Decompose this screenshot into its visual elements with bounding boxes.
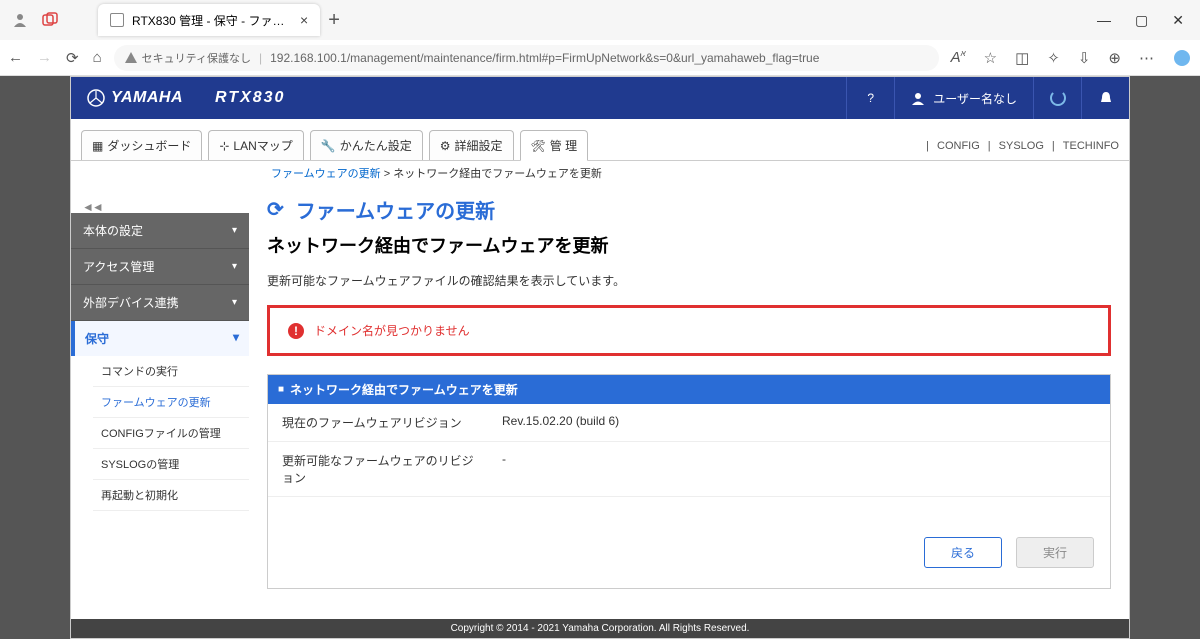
page-subtitle: ネットワーク経由でファームウェアを更新 [267, 232, 1111, 258]
user-menu[interactable]: ユーザー名なし [894, 77, 1033, 119]
workspaces-icon[interactable] [42, 12, 58, 28]
table-row: 更新可能なファームウェアのリビジョン - [268, 442, 1110, 497]
security-label: セキュリティ保護なし [142, 50, 251, 66]
wrench-icon: 🔧 [321, 139, 336, 153]
favorite-icon[interactable]: ☆ [984, 49, 997, 67]
tab-manage[interactable]: 🛠管 理 [520, 130, 589, 161]
tool-icon: 🛠 [531, 139, 546, 153]
row-value: Rev.15.02.20 (build 6) [488, 404, 1110, 441]
tab-lanmap[interactable]: ⊹LANマップ [208, 130, 303, 160]
new-tab-button[interactable]: + [328, 9, 340, 32]
profile-icon[interactable] [12, 12, 28, 28]
breadcrumb-link[interactable]: ファームウェアの更新 [271, 168, 381, 180]
bell-icon [1099, 91, 1113, 105]
table-row: 現在のファームウェアリビジョン Rev.15.02.20 (build 6) [268, 404, 1110, 442]
loading-indicator [1033, 77, 1081, 119]
help-button[interactable]: ? [846, 77, 894, 119]
row-value: - [488, 442, 1110, 496]
breadcrumb-current: ネットワーク経由でファームウェアを更新 [393, 168, 602, 180]
row-key: 現在のファームウェアリビジョン [268, 404, 488, 441]
dashboard-icon: ▦ [92, 139, 103, 153]
not-secure-icon [124, 51, 138, 65]
copilot-icon[interactable] [1172, 48, 1192, 68]
nav-reload-icon[interactable]: ⟳ [66, 49, 79, 67]
back-arrows-icon[interactable]: ◄◄ [82, 200, 102, 214]
row-key: 更新可能なファームウェアのリビジョン [268, 442, 488, 496]
yamaha-logo-icon [87, 89, 105, 107]
extensions-icon[interactable]: ⊕ [1108, 49, 1121, 67]
lanmap-icon: ⊹ [219, 139, 229, 153]
link-config[interactable]: CONFIG [937, 140, 980, 152]
collections-icon[interactable]: ✧ [1047, 49, 1060, 67]
gear-icon: ⚙ [440, 139, 451, 153]
notifications-button[interactable] [1081, 77, 1129, 119]
browser-tab[interactable]: RTX830 管理 - 保守 - ファームウェア × [98, 4, 320, 36]
update-icon: ⟳ [267, 197, 284, 222]
chevron-down-icon: ▾ [232, 225, 237, 236]
downloads-icon[interactable]: ⇩ [1078, 49, 1091, 67]
address-bar[interactable]: セキュリティ保護なし | 192.168.100.1/management/ma… [114, 45, 939, 71]
split-icon[interactable]: ◫ [1015, 49, 1029, 67]
favicon-icon [110, 13, 124, 27]
nav-home-icon[interactable]: ⌂ [93, 49, 102, 66]
sidebar-group-access[interactable]: アクセス管理▾ [71, 249, 249, 285]
nav-forward-icon: → [37, 49, 52, 66]
more-icon[interactable]: ⋯ [1139, 49, 1154, 67]
chevron-down-icon: ▾ [232, 261, 237, 272]
user-label: ユーザー名なし [933, 90, 1017, 107]
sidebar-item-restart[interactable]: 再起動と初期化 [93, 480, 249, 511]
back-button[interactable]: 戻る [924, 537, 1002, 568]
model-text: RTX830 [199, 89, 285, 107]
tab-easy[interactable]: 🔧かんたん設定 [310, 130, 423, 160]
sidebar-item-syslog[interactable]: SYSLOGの管理 [93, 449, 249, 480]
chevron-down-icon: ▾ [232, 297, 237, 308]
tab-title: RTX830 管理 - 保守 - ファームウェア [132, 12, 292, 29]
error-icon: ! [288, 323, 304, 339]
sidebar-group-body[interactable]: 本体の設定▾ [71, 213, 249, 249]
footer-copyright: Copyright © 2014 - 2021 Yamaha Corporati… [71, 619, 1129, 638]
tab-detail[interactable]: ⚙詳細設定 [429, 130, 514, 160]
page-title: ⟳ ファームウェアの更新 [267, 195, 1111, 224]
tab-close-icon[interactable]: × [300, 12, 308, 28]
sidebar-item-command[interactable]: コマンドの実行 [93, 356, 249, 387]
sidebar: 本体の設定▾ アクセス管理▾ 外部デバイス連携▾ 保守▾ コマンドの実行 ファー… [71, 183, 249, 619]
window-maximize-icon[interactable]: ▢ [1135, 12, 1148, 29]
chevron-down-icon: ▾ [233, 330, 239, 347]
app-header: YAMAHA RTX830 ? ユーザー名なし [71, 77, 1129, 119]
link-syslog[interactable]: SYSLOG [999, 140, 1044, 152]
firmware-panel: ■ネットワーク経由でファームウェアを更新 現在のファームウェアリビジョン Rev… [267, 374, 1111, 589]
breadcrumb: ファームウェアの更新 > ネットワーク経由でファームウェアを更新 [71, 161, 1129, 183]
link-techinfo[interactable]: TECHINFO [1063, 140, 1119, 152]
window-minimize-icon[interactable]: — [1097, 12, 1111, 29]
tab-dashboard[interactable]: ▦ダッシュボード [81, 130, 202, 160]
sidebar-group-external[interactable]: 外部デバイス連携▾ [71, 285, 249, 321]
sidebar-group-maintenance[interactable]: 保守▾ [71, 321, 249, 356]
page-description: 更新可能なファームウェアファイルの確認結果を表示しています。 [267, 272, 1111, 289]
text-size-icon[interactable]: Aא [951, 49, 966, 66]
url-path: 192.168.100.1/management/maintenance/fir… [270, 51, 819, 65]
execute-button: 実行 [1016, 537, 1094, 568]
nav-back-icon[interactable]: ← [8, 49, 23, 66]
window-close-icon[interactable]: ✕ [1172, 12, 1184, 29]
sidebar-item-config[interactable]: CONFIGファイルの管理 [93, 418, 249, 449]
sidebar-item-firmware[interactable]: ファームウェアの更新 [93, 387, 249, 418]
section-header: ■ネットワーク経由でファームウェアを更新 [268, 375, 1110, 404]
error-alert: ! ドメイン名が見つかりません [267, 305, 1111, 356]
error-message: ドメイン名が見つかりません [314, 322, 470, 339]
brand-text: YAMAHA [111, 89, 183, 107]
user-icon [911, 91, 925, 105]
